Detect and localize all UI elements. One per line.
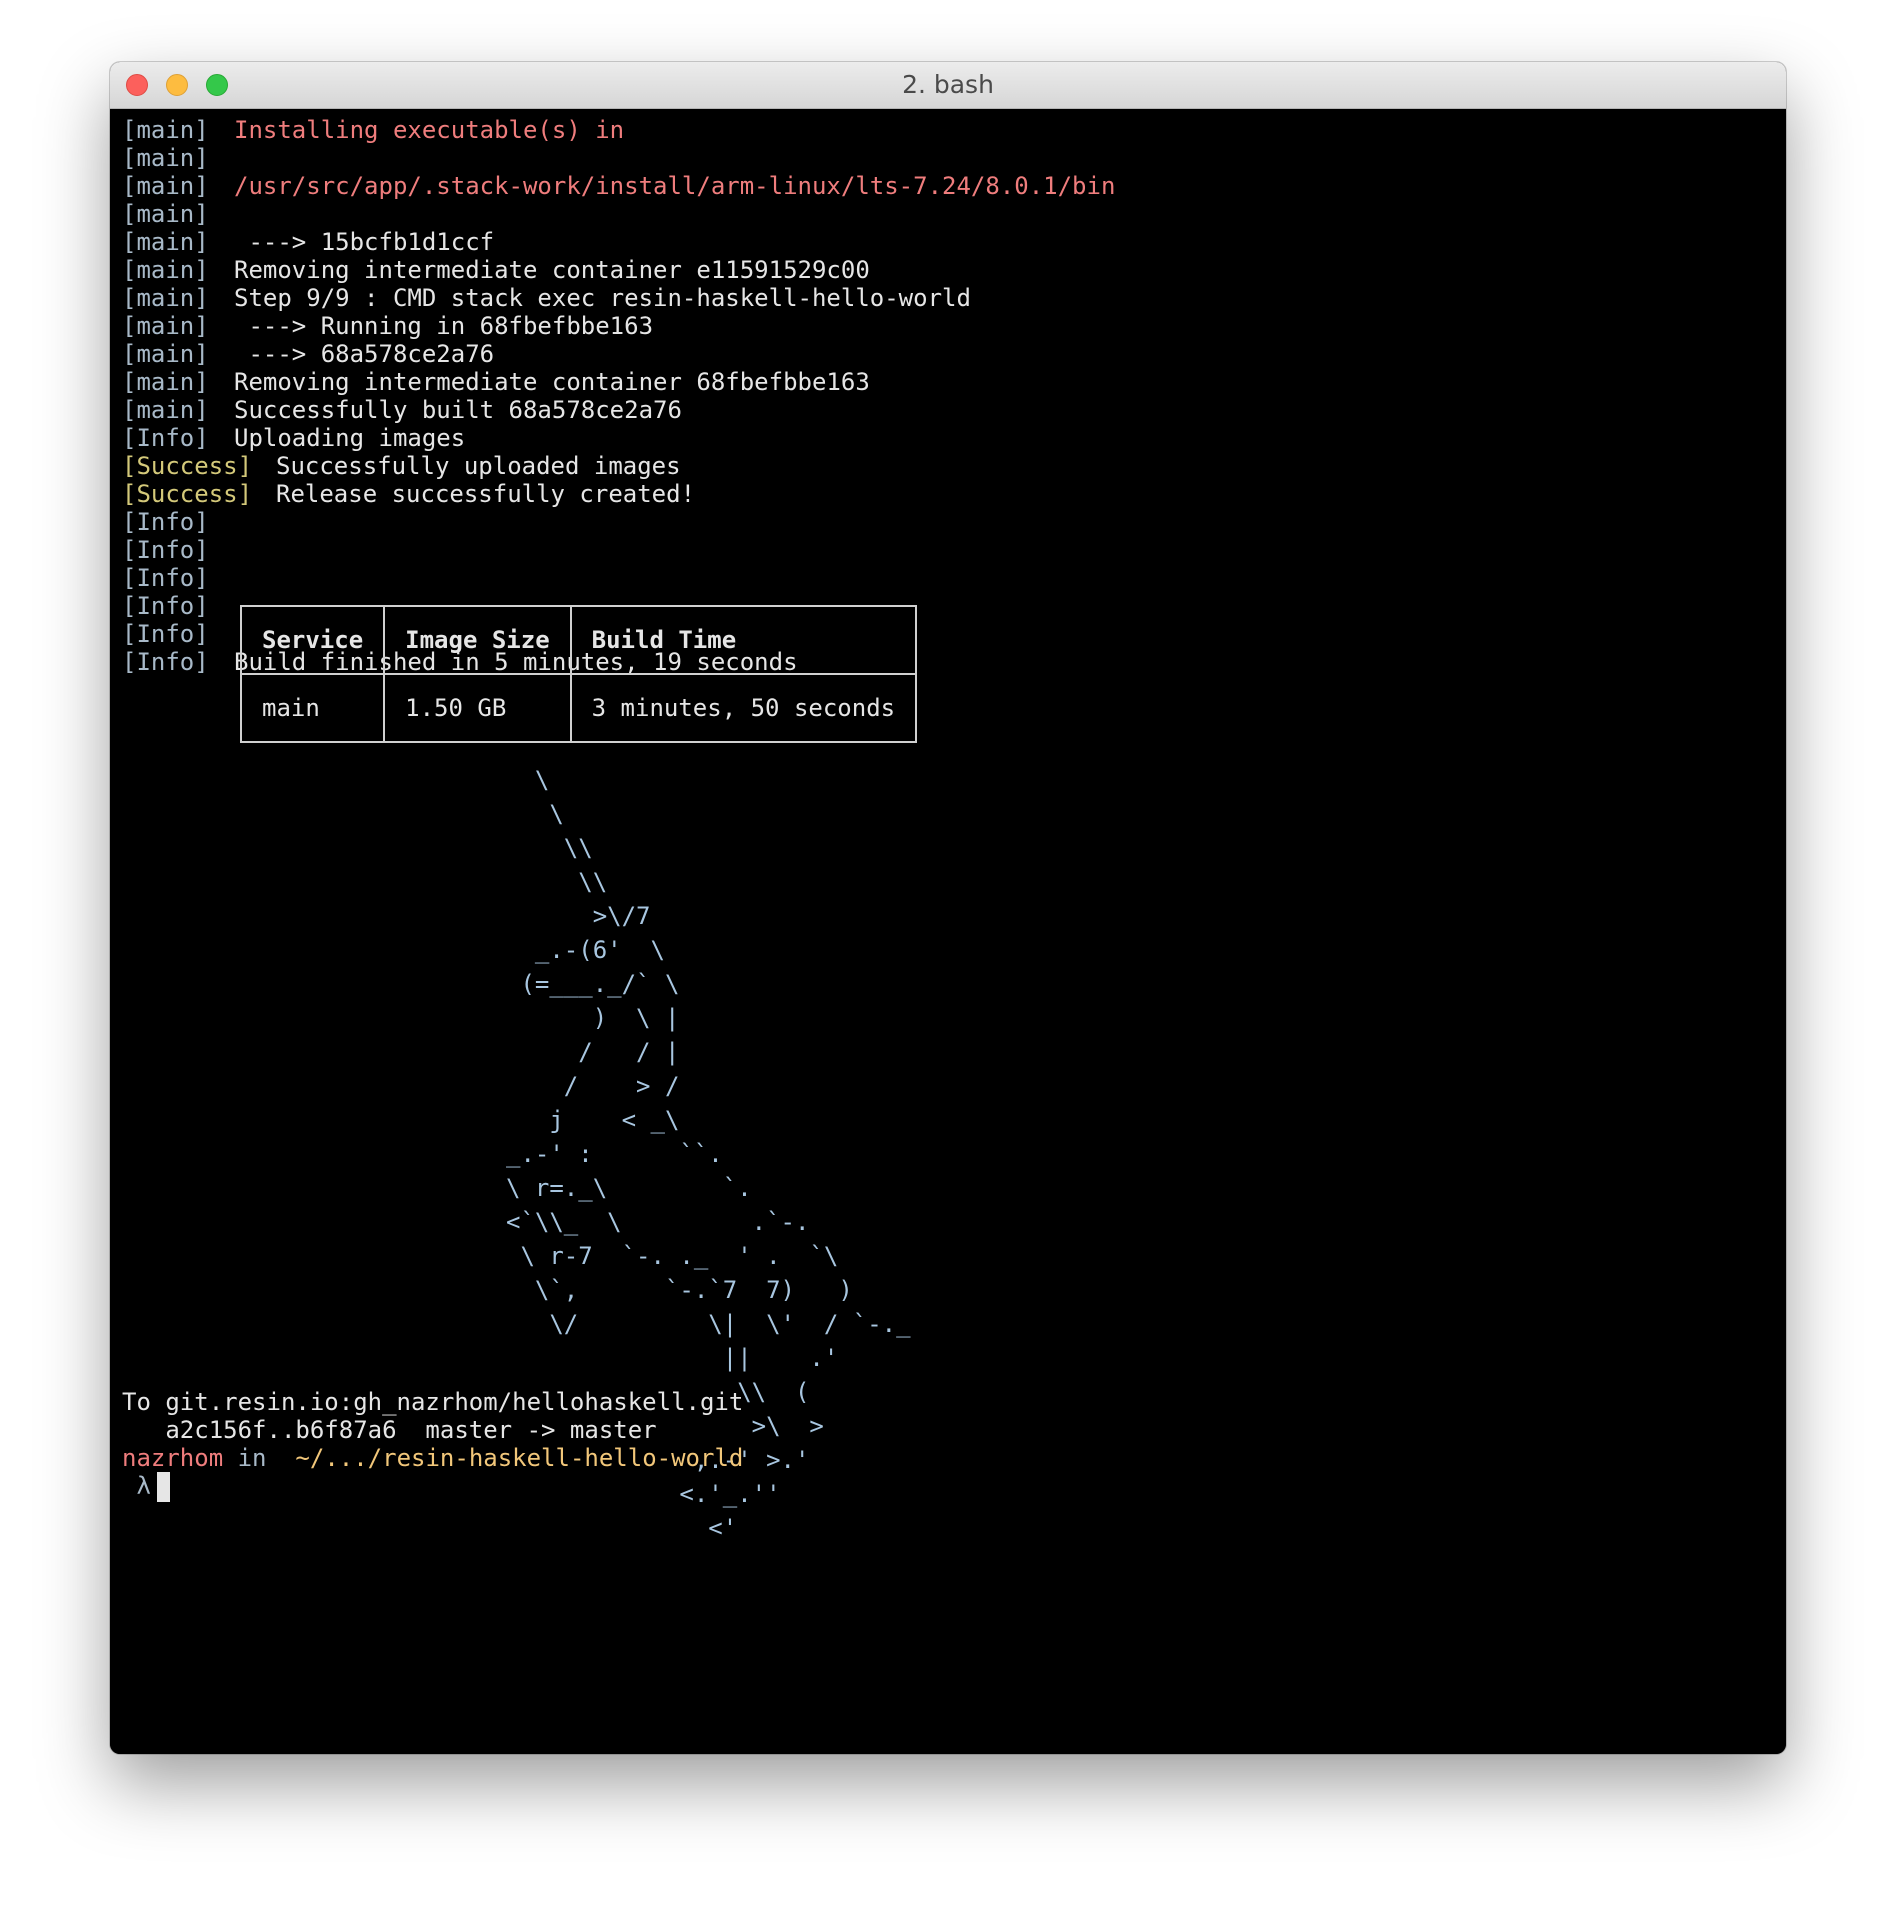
table-header-image-size: Image Size	[383, 605, 572, 675]
log-tag: [main]	[122, 256, 209, 284]
table-header-row: Service Image Size Build Time	[239, 605, 918, 675]
terminal-window: 2. bash [main] Installing executable(s) i…	[110, 62, 1786, 1754]
log-message: Installing executable(s) in	[234, 116, 625, 144]
log-tag: [main]	[122, 284, 209, 312]
table-header-build-time: Build Time	[569, 605, 918, 675]
log-tag: [main]	[122, 144, 209, 172]
log-message: /usr/src/app/.stack-work/install/arm-lin…	[234, 172, 1116, 200]
log-tag: [Info]	[122, 508, 209, 536]
window-title: 2. bash	[902, 70, 994, 99]
title-bar[interactable]: 2. bash	[110, 62, 1786, 109]
table-cell-image-size: 1.50 GB	[383, 673, 572, 743]
log-tag: [Success]	[122, 452, 253, 480]
log-tag: [Success]	[122, 480, 253, 508]
log-tag: [Info]	[122, 620, 209, 648]
log-tag: [main]	[122, 200, 209, 228]
log-tag: [Info]	[122, 648, 209, 676]
prompt-path: ~/.../resin-haskell-hello-world	[295, 1444, 744, 1472]
log-tag: [Info]	[122, 536, 209, 564]
terminal-output[interactable]: [main] Installing executable(s) in [main][…	[110, 109, 1786, 1754]
log-message: Release successfully created!	[276, 480, 696, 508]
prompt-user: nazrhom	[122, 1444, 224, 1472]
log-tag: [main]	[122, 228, 209, 256]
build-summary-table: Service Image Size Build Time main 1.50 …	[239, 605, 918, 743]
log-tag: [main]	[122, 396, 209, 424]
log-tag: [Info]	[122, 592, 209, 620]
table-cell-build-time: 3 minutes, 50 seconds	[569, 673, 918, 743]
text-cursor	[156, 1472, 170, 1502]
prompt-input-line[interactable]: λ	[122, 1469, 170, 1503]
prompt-in-word: in	[237, 1444, 267, 1472]
log-tag: [main]	[122, 368, 209, 396]
log-tag: [Info]	[122, 564, 209, 592]
log-tag: [main]	[122, 172, 209, 200]
log-tag: [Info]	[122, 424, 209, 452]
table-cell-service: main	[239, 673, 386, 743]
table-row: main 1.50 GB 3 minutes, 50 seconds	[239, 673, 918, 743]
log-line: [Info] Build finished in 5 minutes, 19 se…	[122, 645, 798, 679]
log-tag: [main]	[122, 312, 209, 340]
log-tag: [main]	[122, 340, 209, 368]
prompt-context-line: nazrhom in ~/.../resin-haskell-hello-wor…	[122, 1441, 743, 1475]
table-header-service: Service	[239, 605, 386, 675]
prompt-symbol: λ	[136, 1472, 151, 1500]
log-tag: [main]	[122, 116, 209, 144]
